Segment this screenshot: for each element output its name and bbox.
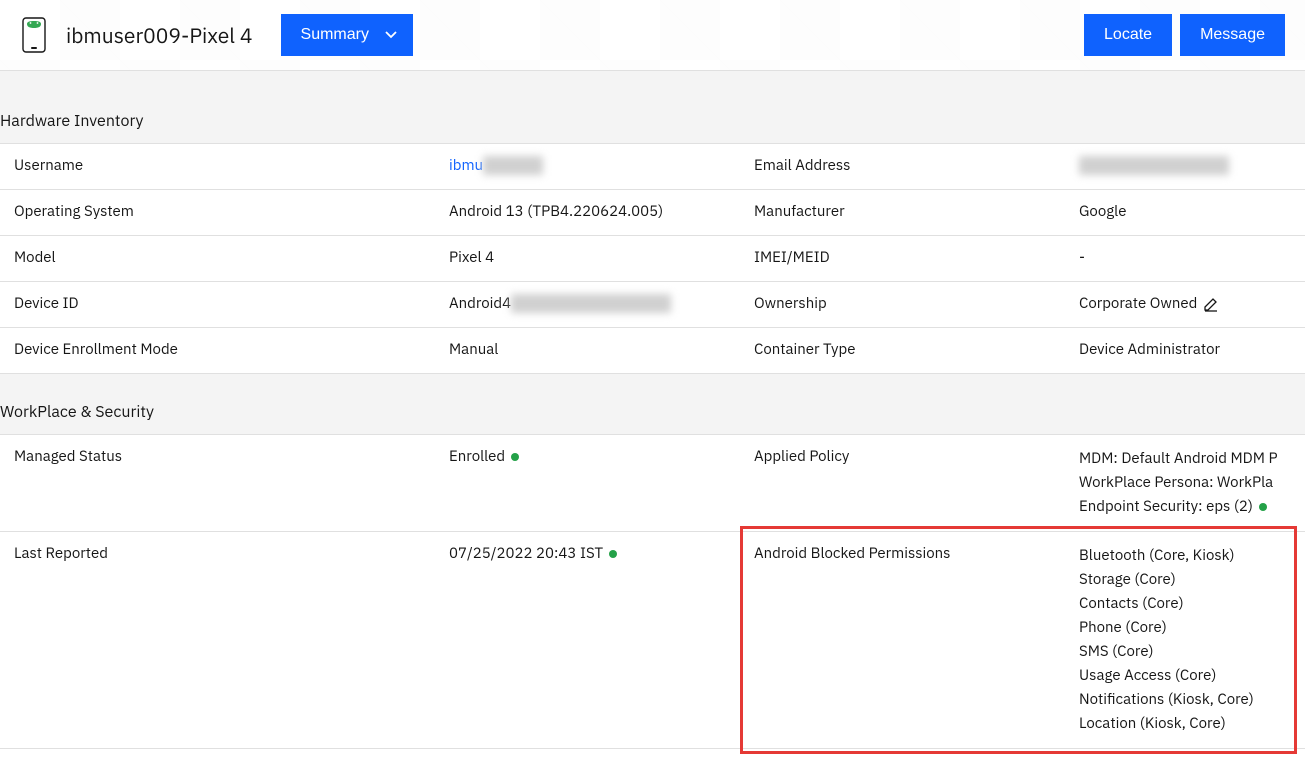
field-label: Container Type: [754, 340, 1079, 359]
field-value: Corporate Owned: [1079, 294, 1291, 313]
chevron-down-icon: [385, 31, 397, 39]
status-indicator-icon: [511, 453, 519, 461]
data-row: ModelPixel 4IMEI/MEID-: [0, 236, 1305, 282]
value-line: Phone (Core): [1079, 616, 1291, 640]
message-button[interactable]: Message: [1180, 14, 1285, 56]
value-line: Usage Access (Core): [1079, 664, 1291, 688]
field-label: Username: [14, 156, 449, 175]
field-label: Manufacturer: [754, 202, 1079, 221]
field-value: MDM: Default Android MDM PWorkPlace Pers…: [1079, 447, 1291, 519]
field-label: Last Reported: [14, 544, 449, 563]
field-value: 07/25/2022 20:43 IST: [449, 544, 754, 563]
value-line: Location (Kiosk, Core): [1079, 712, 1291, 736]
section-header: Hardware Inventory: [0, 71, 1305, 144]
field-value: Android4: [449, 294, 754, 313]
value-line: Contacts (Core): [1079, 592, 1291, 616]
data-row: Last Reported07/25/2022 20:43 ISTAndroid…: [0, 532, 1305, 749]
field-label: Applied Policy: [754, 447, 1079, 466]
dropdown-label: Summary: [301, 26, 369, 44]
content-area: Hardware InventoryUsernameibmu Email Add…: [0, 71, 1305, 749]
field-value: Enrolled: [449, 447, 754, 466]
field-label: Device Enrollment Mode: [14, 340, 449, 359]
edit-icon[interactable]: [1203, 296, 1219, 312]
value-line: MDM: Default Android MDM P: [1079, 447, 1291, 471]
section-header: WorkPlace & Security: [0, 374, 1305, 435]
page-header: ibmuser009-Pixel 4 Summary Locate Messag…: [0, 0, 1305, 71]
device-phone-icon: [20, 17, 48, 53]
field-label: Managed Status: [14, 447, 449, 466]
data-row: Usernameibmu Email Address: [0, 144, 1305, 190]
field-value: Manual: [449, 340, 754, 359]
field-label: Device ID: [14, 294, 449, 313]
field-value: Android 13 (TPB4.220624.005): [449, 202, 754, 221]
field-value: ibmu: [449, 156, 754, 175]
field-value: Bluetooth (Core, Kiosk)Storage (Core)Con…: [1079, 544, 1291, 736]
field-value: Google: [1079, 202, 1291, 221]
value-line: Notifications (Kiosk, Core): [1079, 688, 1291, 712]
data-row: Device Enrollment ModeManualContainer Ty…: [0, 328, 1305, 374]
field-label: Ownership: [754, 294, 1079, 313]
field-label: Android Blocked Permissions: [754, 544, 1079, 563]
value-line: SMS (Core): [1079, 640, 1291, 664]
device-title: ibmuser009-Pixel 4: [66, 21, 253, 49]
header-actions: Locate Message: [1084, 14, 1285, 56]
status-indicator-icon: [609, 550, 617, 558]
field-value: -: [1079, 248, 1291, 267]
summary-dropdown[interactable]: Summary: [281, 14, 413, 56]
value-line: Bluetooth (Core, Kiosk): [1079, 544, 1291, 568]
value-line: Endpoint Security: eps (2): [1079, 495, 1291, 519]
data-row: Device IDAndroid4 OwnershipCorporate Own…: [0, 282, 1305, 328]
data-row: Managed StatusEnrolledApplied PolicyMDM:…: [0, 435, 1305, 532]
field-value: Pixel 4: [449, 248, 754, 267]
value-line: WorkPlace Persona: WorkPla: [1079, 471, 1291, 495]
field-value: [1079, 156, 1291, 175]
status-indicator-icon: [1259, 503, 1267, 511]
field-label: IMEI/MEID: [754, 248, 1079, 267]
field-label: Email Address: [754, 156, 1079, 175]
data-row: Operating SystemAndroid 13 (TPB4.220624.…: [0, 190, 1305, 236]
field-label: Operating System: [14, 202, 449, 221]
field-label: Model: [14, 248, 449, 267]
value-line: Storage (Core): [1079, 568, 1291, 592]
locate-button[interactable]: Locate: [1084, 14, 1172, 56]
field-value: Device Administrator: [1079, 340, 1291, 359]
